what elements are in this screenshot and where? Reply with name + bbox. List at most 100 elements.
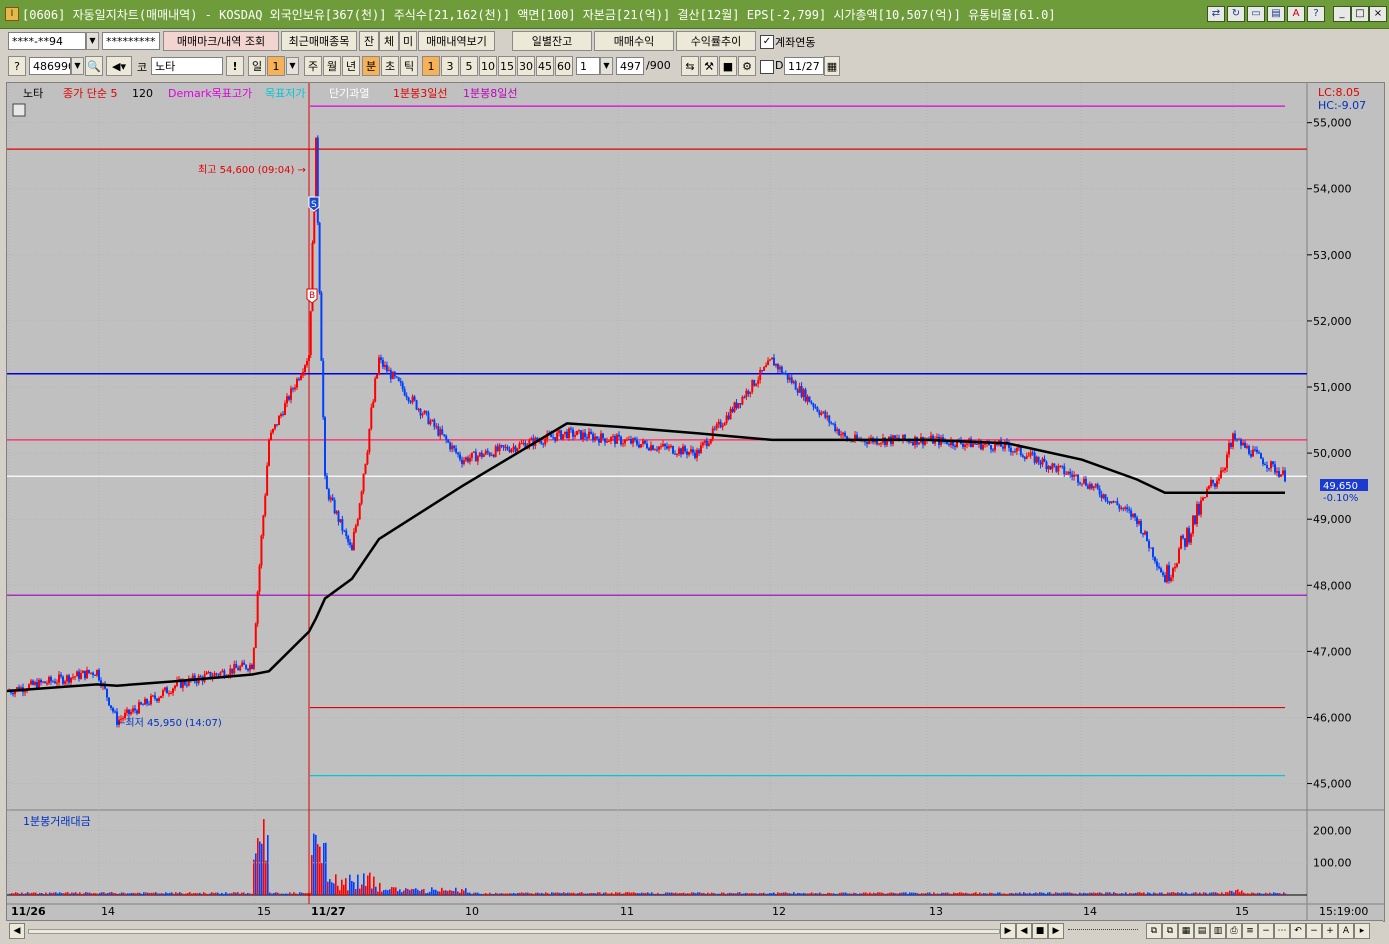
period-day-button[interactable]: 일 bbox=[248, 56, 266, 76]
time-label: 14 bbox=[1083, 905, 1097, 918]
volume-bar bbox=[253, 859, 255, 895]
volume-bar bbox=[1173, 892, 1175, 895]
mark-query-button[interactable]: 매매마크/내역 조회 bbox=[163, 31, 279, 51]
expand-icon[interactable]: ⋯ bbox=[1274, 923, 1290, 939]
interval-10-button[interactable]: 10 bbox=[479, 56, 497, 76]
save-icon[interactable]: ■ bbox=[719, 56, 737, 76]
refresh-icon[interactable]: ↻ bbox=[1227, 6, 1245, 22]
maximize-button[interactable]: □ bbox=[1351, 6, 1369, 22]
stock-code-input[interactable]: 486990 bbox=[29, 57, 71, 75]
play-button[interactable]: ▶ bbox=[1048, 923, 1064, 939]
period-month-button[interactable]: 월 bbox=[323, 56, 341, 76]
profit-rate-button[interactable]: 수익률추이 bbox=[676, 31, 756, 51]
zoom-in-icon[interactable]: + bbox=[1322, 923, 1338, 939]
speed-slider[interactable] bbox=[1068, 929, 1138, 933]
balance-button[interactable]: 잔 bbox=[359, 31, 379, 51]
period-second-button[interactable]: 초 bbox=[381, 56, 399, 76]
candle bbox=[1112, 501, 1115, 503]
more-icon[interactable]: ▸ bbox=[1354, 923, 1370, 939]
account-dropdown[interactable]: ▼ bbox=[86, 32, 99, 50]
daily-balance-button[interactable]: 일별잔고 bbox=[512, 31, 592, 51]
interval-5-button[interactable]: 5 bbox=[460, 56, 478, 76]
interval-15-button[interactable]: 15 bbox=[498, 56, 516, 76]
period-year-button[interactable]: 년 bbox=[342, 56, 360, 76]
period-minute-button[interactable]: 분 bbox=[362, 56, 380, 76]
period-dropdown[interactable]: ▼ bbox=[286, 57, 299, 75]
interval-45-button[interactable]: 45 bbox=[536, 56, 554, 76]
account-link-checkbox[interactable]: ✓ bbox=[760, 35, 774, 49]
undo-icon[interactable]: ↶ bbox=[1290, 923, 1306, 939]
font-size-icon[interactable]: A bbox=[1338, 923, 1354, 939]
list-icon[interactable]: ≡ bbox=[1242, 923, 1258, 939]
code-search-icon[interactable]: ? bbox=[8, 56, 26, 76]
d-checkbox[interactable] bbox=[760, 60, 774, 74]
trade-history-button[interactable]: 매매내역보기 bbox=[418, 31, 495, 51]
sound-icon[interactable]: ◀▾ bbox=[106, 56, 132, 76]
font-icon[interactable]: A bbox=[1287, 6, 1305, 22]
interval-3-button[interactable]: 3 bbox=[441, 56, 459, 76]
calendar-icon[interactable]: ▦ bbox=[824, 56, 840, 76]
table-icon[interactable] bbox=[12, 103, 26, 117]
volume-bar bbox=[373, 876, 375, 895]
period-tick-button[interactable]: 틱 bbox=[400, 56, 418, 76]
interval-input[interactable]: 1 bbox=[576, 57, 600, 75]
pending-button[interactable]: 미 bbox=[399, 31, 417, 51]
help-icon[interactable]: ? bbox=[1307, 6, 1325, 22]
recent-trades-button[interactable]: 최근매매종목 bbox=[281, 31, 357, 51]
scroll-right-button[interactable]: ▶ bbox=[1000, 923, 1016, 939]
bar-icon[interactable]: ▥ bbox=[1210, 923, 1226, 939]
chart-tool-icon[interactable]: ⚒ bbox=[700, 56, 718, 76]
price-chart[interactable]: 55,000 54,000 53,000 52,000 51,000 50,000 49,0… bbox=[6, 83, 1384, 921]
count-input[interactable]: 497 bbox=[616, 57, 644, 75]
date-input[interactable]: 11/27 bbox=[784, 57, 824, 75]
zoom-fit-icon[interactable]: ⧉ bbox=[1146, 923, 1162, 939]
volume-bar bbox=[469, 892, 471, 895]
candle bbox=[207, 671, 210, 673]
interval-60-button[interactable]: 60 bbox=[555, 56, 573, 76]
volume-bar bbox=[577, 893, 579, 895]
alert-button[interactable]: ! bbox=[226, 56, 244, 76]
password-field[interactable]: ********* bbox=[102, 32, 160, 50]
candle bbox=[1264, 464, 1266, 466]
candle bbox=[1069, 471, 1072, 475]
arrows-icon[interactable]: ⇆ bbox=[681, 56, 699, 76]
rewind-button[interactable]: ◀ bbox=[1016, 923, 1032, 939]
candle bbox=[1100, 494, 1103, 498]
interval-1-button[interactable]: 1 bbox=[422, 56, 440, 76]
chart-area[interactable]: 55,000 54,000 53,000 52,000 51,000 50,000 49,0… bbox=[6, 82, 1385, 922]
interval-dropdown[interactable]: ▼ bbox=[600, 57, 613, 75]
scroll-left-button[interactable]: ◀ bbox=[9, 923, 25, 939]
period-num-field[interactable]: 1 bbox=[267, 56, 285, 76]
minimize-button[interactable]: _ bbox=[1333, 6, 1351, 22]
grid-icon[interactable]: ▤ bbox=[1194, 923, 1210, 939]
executed-button[interactable]: 체 bbox=[379, 31, 399, 51]
candle bbox=[478, 452, 481, 457]
print-icon[interactable]: ⎙ bbox=[1226, 923, 1242, 939]
volume-bar bbox=[457, 891, 459, 895]
candle bbox=[856, 434, 858, 439]
stock-code-dropdown[interactable]: ▼ bbox=[71, 57, 84, 75]
period-week-button[interactable]: 주 bbox=[304, 56, 322, 76]
zoom-out-icon[interactable]: − bbox=[1306, 923, 1322, 939]
volume-bar bbox=[571, 892, 573, 895]
volume-bar bbox=[629, 892, 631, 895]
account-field[interactable]: ****-**94 bbox=[8, 32, 86, 50]
search-icon[interactable]: 🔍 bbox=[85, 56, 103, 76]
stock-name-field[interactable]: 노타 bbox=[151, 57, 223, 75]
window-icon[interactable]: ▤ bbox=[1267, 6, 1285, 22]
volume-bar bbox=[1155, 893, 1157, 895]
shrink-icon[interactable]: − bbox=[1258, 923, 1274, 939]
scroll-track[interactable] bbox=[28, 929, 1000, 934]
screen-icon[interactable]: ▭ bbox=[1247, 6, 1265, 22]
candle bbox=[713, 428, 716, 430]
stop-button[interactable]: ■ bbox=[1032, 923, 1048, 939]
close-button[interactable]: × bbox=[1369, 6, 1387, 22]
layout-icon[interactable]: ▦ bbox=[1178, 923, 1194, 939]
gear-icon[interactable]: ⚙ bbox=[738, 56, 756, 76]
trade-profit-button[interactable]: 매매수익 bbox=[594, 31, 674, 51]
volume-bar bbox=[635, 893, 637, 895]
link-icon[interactable]: ⇄ bbox=[1207, 6, 1225, 22]
candle bbox=[972, 443, 974, 448]
copy-icon[interactable]: ⧉ bbox=[1162, 923, 1178, 939]
interval-30-button[interactable]: 30 bbox=[517, 56, 535, 76]
